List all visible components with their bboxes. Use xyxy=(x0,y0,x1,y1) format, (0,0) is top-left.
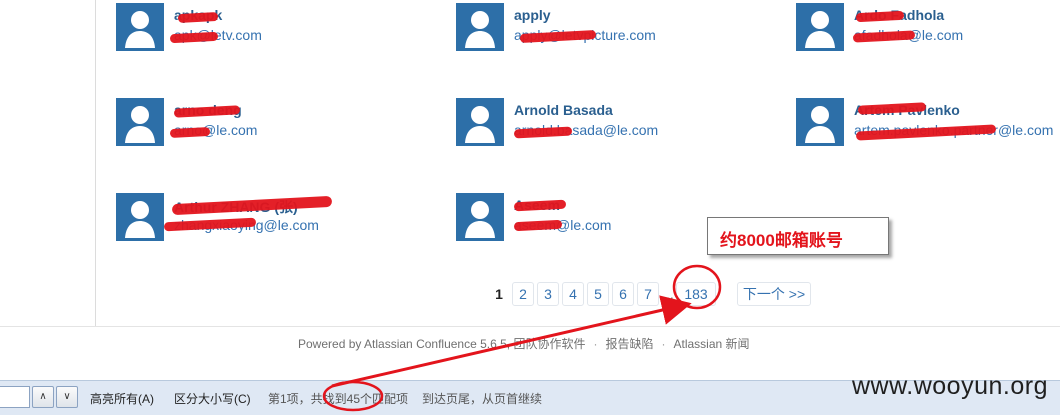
default-avatar-icon[interactable] xyxy=(456,3,504,51)
page-link[interactable]: 6 xyxy=(612,282,634,306)
person-card[interactable]: apkapk apk@letv.com xyxy=(116,3,416,53)
find-next-button[interactable]: ∨ xyxy=(56,386,78,408)
watermark: www.wooyun.org xyxy=(852,372,1048,400)
find-input[interactable] xyxy=(0,386,30,408)
page-link[interactable]: 4 xyxy=(562,282,584,306)
page-link-last[interactable]: 183 xyxy=(676,282,716,306)
page-current: 1 xyxy=(486,282,512,306)
footer-separator: · xyxy=(593,337,598,351)
person-card[interactable]: apply apply@letvpicture.com xyxy=(456,3,756,53)
match-case-toggle[interactable]: 区分大小写(C) xyxy=(174,390,251,407)
news-link[interactable]: Atlassian 新闻 xyxy=(673,337,749,351)
find-previous-button[interactable]: ∧ xyxy=(32,386,54,408)
report-bug-link[interactable]: 报告缺陷 xyxy=(605,337,653,351)
page-link[interactable]: 5 xyxy=(587,282,609,306)
person-card[interactable]: Artem Pavlenko artem.pavlenko.partner@le… xyxy=(796,98,1060,148)
people-directory: apkapk apk@letv.com apply apply@letvpict… xyxy=(96,0,1060,326)
default-avatar-icon[interactable] xyxy=(116,193,164,241)
find-wrap-notice: 到达页尾，从页首继续 xyxy=(422,392,543,406)
page-link[interactable]: 7 xyxy=(637,282,659,306)
footer-links: Powered by Atlassian Confluence 5.6.5, 团… xyxy=(298,335,750,352)
left-sidebar xyxy=(0,0,96,326)
default-avatar-icon[interactable] xyxy=(116,3,164,51)
default-avatar-icon[interactable] xyxy=(796,3,844,51)
person-name[interactable]: Arnold Basada xyxy=(514,102,613,118)
default-avatar-icon[interactable] xyxy=(796,98,844,146)
find-status: 第1项，共找到45个匹配项 xyxy=(268,392,409,406)
person-name[interactable]: apply xyxy=(514,7,551,23)
powered-by-link[interactable]: Powered by Atlassian Confluence 5.6.5, 团… xyxy=(298,337,585,351)
person-card[interactable]: Arnold Basada arnold.basada@le.com xyxy=(456,98,756,148)
person-card[interactable]: Ardo Fadhola afadhola@le.com xyxy=(796,3,1060,53)
page-link[interactable]: 2 xyxy=(512,282,534,306)
default-avatar-icon[interactable] xyxy=(456,193,504,241)
next-page-button[interactable]: 下一个 >> xyxy=(737,282,811,306)
highlight-all-toggle[interactable]: 高亮所有(A) xyxy=(90,390,154,407)
down-arrow-icon: ∨ xyxy=(63,391,71,402)
page-link[interactable]: 3 xyxy=(537,282,559,306)
default-avatar-icon[interactable] xyxy=(456,98,504,146)
default-avatar-icon[interactable] xyxy=(116,98,164,146)
annotation-callout-text: 约8000邮箱账号 xyxy=(720,231,843,250)
footer-separator: · xyxy=(661,337,666,351)
page-ellipsis: ... xyxy=(660,282,676,306)
annotation-callout: 约8000邮箱账号 xyxy=(707,217,889,255)
person-card[interactable]: arno deng arno@le.com xyxy=(116,98,416,148)
up-arrow-icon: ∧ xyxy=(39,391,47,402)
